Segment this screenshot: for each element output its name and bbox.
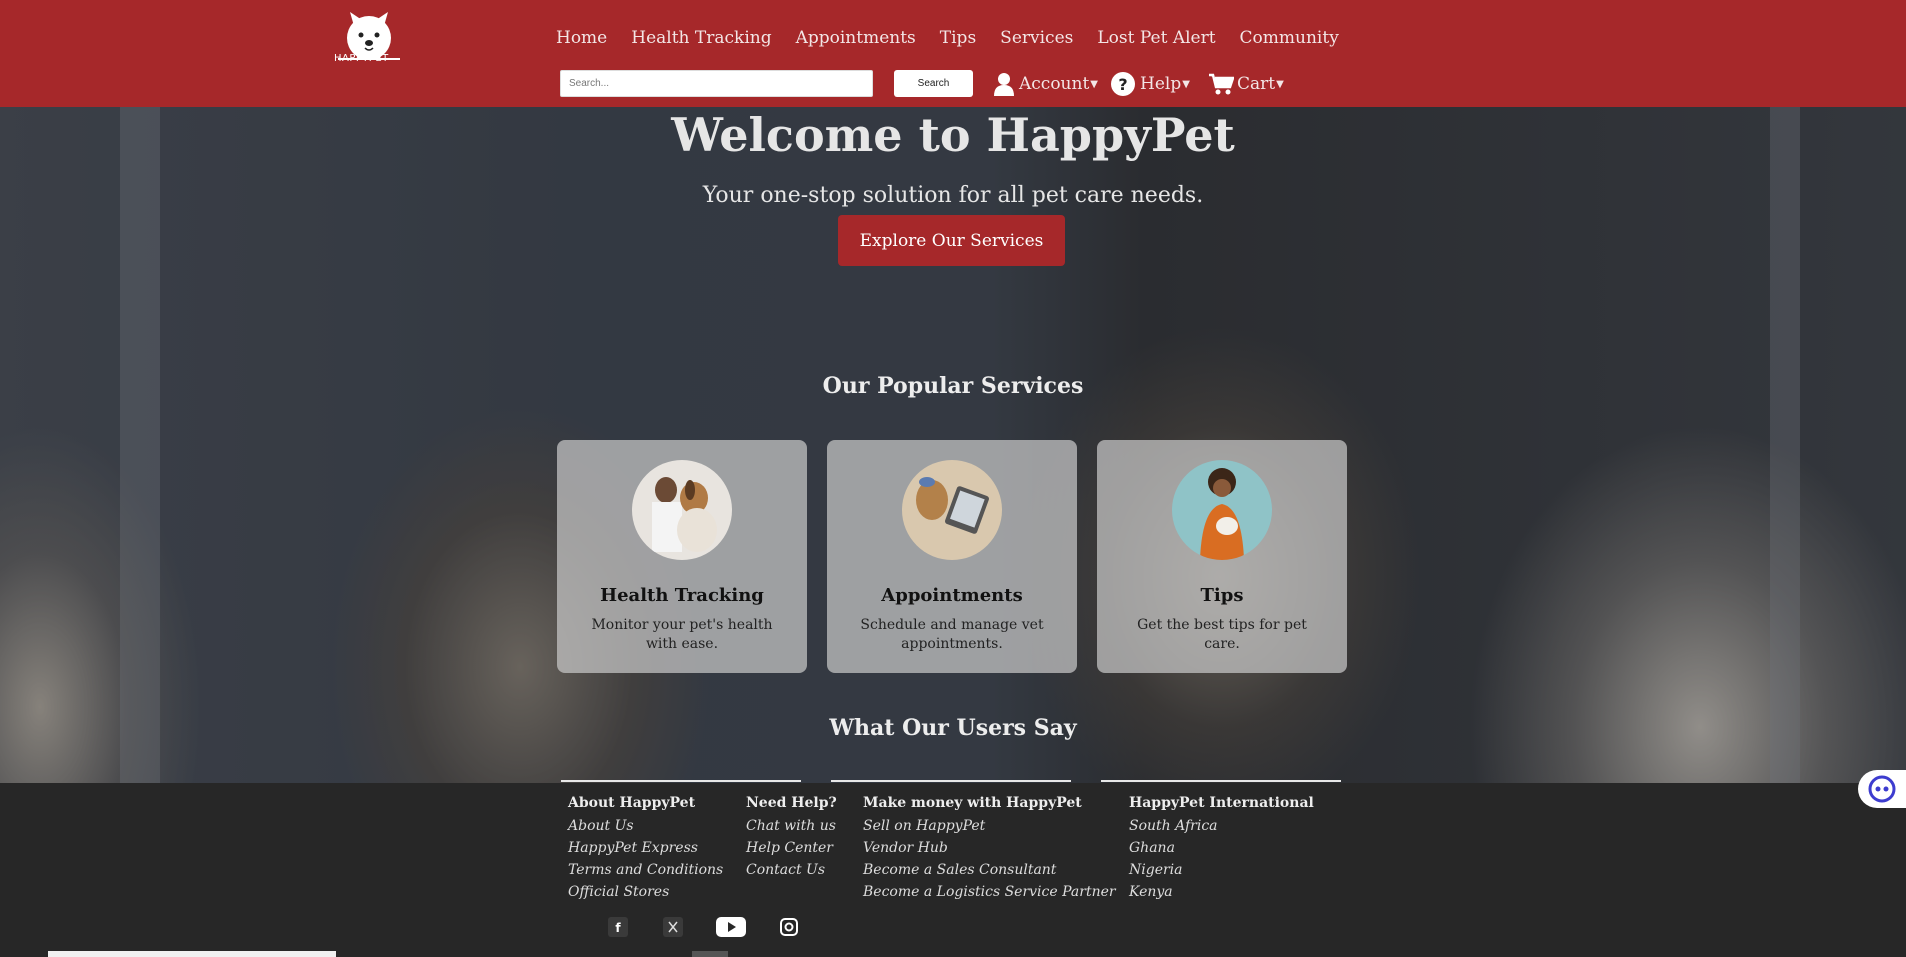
testimonial-card-edge: [1101, 780, 1341, 782]
cart-icon: [1209, 73, 1234, 95]
footer-heading: HappyPet International: [1129, 795, 1314, 811]
testimonial-card-edge: [561, 780, 801, 782]
hero-subtitle: Your one-stop solution for all pet care …: [702, 183, 1204, 208]
search-button[interactable]: Search: [894, 70, 973, 97]
service-card-title: Health Tracking: [600, 585, 764, 606]
cart-label: Cart: [1237, 74, 1276, 94]
nav-home[interactable]: Home: [556, 28, 607, 48]
footer-link-contact[interactable]: Contact Us: [746, 859, 837, 881]
svg-text:f: f: [615, 921, 621, 935]
service-card-health-tracking[interactable]: Health Tracking Monitor your pet's healt…: [557, 440, 807, 673]
footer-link-kenya[interactable]: Kenya: [1129, 881, 1314, 903]
scrollbar-thumb[interactable]: [692, 951, 728, 957]
footer-link-about-us[interactable]: About Us: [568, 815, 723, 837]
youtube-icon[interactable]: [716, 917, 746, 937]
search-input[interactable]: [560, 70, 873, 97]
nav-tips[interactable]: Tips: [940, 28, 976, 48]
footer-heading: Make money with HappyPet: [863, 795, 1082, 811]
footer-heading: About HappyPet: [568, 795, 696, 811]
service-card-description: Schedule and manage vet appointments.: [860, 617, 1044, 652]
service-card-title: Appointments: [881, 585, 1023, 606]
chevron-down-icon: ▼: [1182, 78, 1190, 90]
chevron-down-icon: ▼: [1276, 78, 1284, 90]
instagram-icon[interactable]: [779, 917, 799, 937]
cart-menu[interactable]: Cart ▼: [1208, 70, 1284, 98]
vet-with-dog-image: [632, 460, 732, 560]
footer-link-terms[interactable]: Terms and Conditions: [568, 859, 723, 881]
footer-link-vendor-hub[interactable]: Vendor Hub: [863, 837, 1116, 859]
footer-link-nigeria[interactable]: Nigeria: [1129, 859, 1314, 881]
footer-link-sell[interactable]: Sell on HappyPet: [863, 815, 1116, 837]
footer-link-logistics-partner[interactable]: Become a Logistics Service Partner: [863, 881, 1116, 903]
footer-column-about: About HappyPet About Us HappyPet Express…: [568, 795, 723, 903]
footer-link-south-africa[interactable]: South Africa: [1129, 815, 1314, 837]
footer-link-ghana[interactable]: Ghana: [1129, 837, 1314, 859]
footer-link-sales-consultant[interactable]: Become a Sales Consultant: [863, 859, 1116, 881]
footer-link-help-center[interactable]: Help Center: [746, 837, 837, 859]
site-footer: About HappyPet About Us HappyPet Express…: [0, 783, 1906, 957]
person-with-cat-image: [1172, 460, 1272, 560]
service-card-title: Tips: [1200, 585, 1244, 606]
footer-link-chat[interactable]: Chat with us: [746, 815, 837, 837]
dog-with-laptop-image: [902, 460, 1002, 560]
background-door-frame: [1770, 107, 1800, 783]
nav-health-tracking[interactable]: Health Tracking: [631, 28, 771, 48]
footer-heading: Need Help?: [746, 795, 837, 811]
services-section-title: Our Popular Services: [822, 373, 1084, 399]
footer-column-international: HappyPet International South Africa Ghan…: [1129, 795, 1314, 903]
explore-services-button[interactable]: Explore Our Services: [838, 215, 1065, 266]
service-card-appointments[interactable]: Appointments Schedule and manage vet app…: [827, 440, 1077, 673]
service-card-tips[interactable]: Tips Get the best tips for pet care.: [1097, 440, 1347, 673]
help-menu[interactable]: ? Help ▼: [1111, 70, 1190, 98]
service-card-description: Monitor your pet's health with ease.: [591, 617, 773, 652]
site-header: HAPPYPET Home Health Tracking Appointmen…: [0, 0, 1906, 107]
user-icon: [994, 73, 1014, 96]
footer-link-express[interactable]: HappyPet Express: [568, 837, 723, 859]
account-menu[interactable]: Account ▼: [993, 70, 1098, 98]
footer-column-help: Need Help? Chat with us Help Center Cont…: [746, 795, 837, 881]
nav-lost-pet-alert[interactable]: Lost Pet Alert: [1097, 28, 1215, 48]
service-card-description: Get the best tips for pet care.: [1137, 617, 1307, 652]
nav-community[interactable]: Community: [1240, 28, 1339, 48]
main-nav: Home Health Tracking Appointments Tips S…: [556, 28, 1339, 48]
chat-assistant-icon[interactable]: [1858, 770, 1906, 808]
help-label: Help: [1140, 74, 1182, 94]
logo-text: HAPPYPET: [334, 53, 389, 64]
hero-title: Welcome to HappyPet: [671, 108, 1235, 162]
account-label: Account: [1019, 74, 1090, 94]
testimonial-card-edge: [831, 780, 1071, 782]
nav-appointments[interactable]: Appointments: [796, 28, 916, 48]
footer-link-official-stores[interactable]: Official Stores: [568, 881, 723, 903]
footer-column-make-money: Make money with HappyPet Sell on HappyPe…: [863, 795, 1116, 903]
background-door-frame: [120, 107, 160, 783]
nav-services[interactable]: Services: [1000, 28, 1073, 48]
x-icon[interactable]: [663, 917, 683, 937]
horizontal-scrollbar[interactable]: [48, 951, 336, 957]
chevron-down-icon: ▼: [1090, 78, 1098, 90]
testimonials-section-title: What Our Users Say: [829, 715, 1077, 741]
facebook-icon[interactable]: f: [608, 917, 628, 937]
question-icon: ?: [1111, 72, 1135, 96]
